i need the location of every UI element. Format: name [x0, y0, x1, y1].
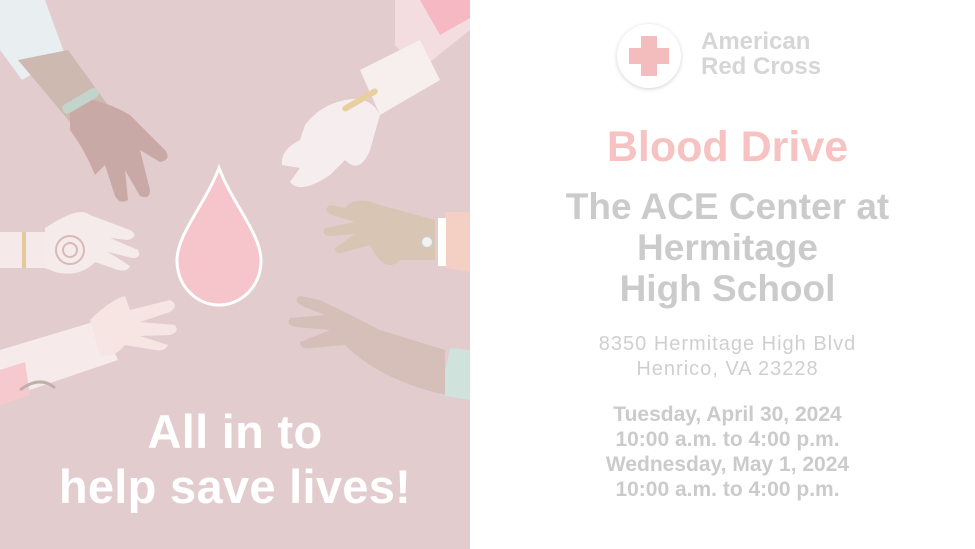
- venue-address: 8350 Hermitage High Blvd Henrico, VA 232…: [470, 332, 975, 382]
- hand-top-right: [281, 0, 470, 188]
- schedule-date-2: Wednesday, May 1, 2024: [605, 453, 850, 476]
- tagline-line-2: help save lives!: [58, 460, 412, 513]
- tagline-line-1: All in to: [147, 405, 323, 458]
- schedule-time-2: 10:00 a.m. to 4:00 p.m.: [615, 478, 840, 501]
- schedule-date-1: Tuesday, April 30, 2024: [613, 403, 842, 426]
- hand-right: [323, 200, 470, 272]
- venue-line-1: The ACE Center at: [565, 186, 890, 227]
- logo-wordmark: American Red Cross: [701, 29, 821, 79]
- tagline: All in to help save lives!: [0, 404, 470, 514]
- hand-bottom-left: [0, 296, 177, 405]
- venue-name: The ACE Center at Hermitage High School: [470, 186, 975, 309]
- red-cross-icon: [629, 36, 669, 76]
- logo-badge: [617, 24, 681, 88]
- hand-bottom-right: [288, 296, 470, 400]
- logo-line-1: American: [701, 28, 811, 55]
- address-line-2: Henrico, VA 23228: [636, 358, 819, 380]
- blood-drop-icon: [175, 163, 263, 307]
- red-cross-logo: American Red Cross: [617, 24, 857, 88]
- address-line-1: 8350 Hermitage High Blvd: [598, 333, 857, 355]
- hand-left: [0, 211, 140, 274]
- event-schedule: Tuesday, April 30, 2024 10:00 a.m. to 4:…: [470, 402, 975, 502]
- venue-line-3: High School: [619, 268, 836, 309]
- illustration-panel: All in to help save lives!: [0, 0, 470, 549]
- event-info-panel: American Red Cross Blood Drive The ACE C…: [470, 0, 975, 549]
- venue-line-2: Hermitage: [637, 227, 818, 268]
- hand-top-left: [0, 0, 168, 202]
- event-title: Blood Drive: [606, 123, 849, 171]
- schedule-time-1: 10:00 a.m. to 4:00 p.m.: [615, 428, 840, 451]
- logo-line-2: Red Cross: [701, 53, 822, 80]
